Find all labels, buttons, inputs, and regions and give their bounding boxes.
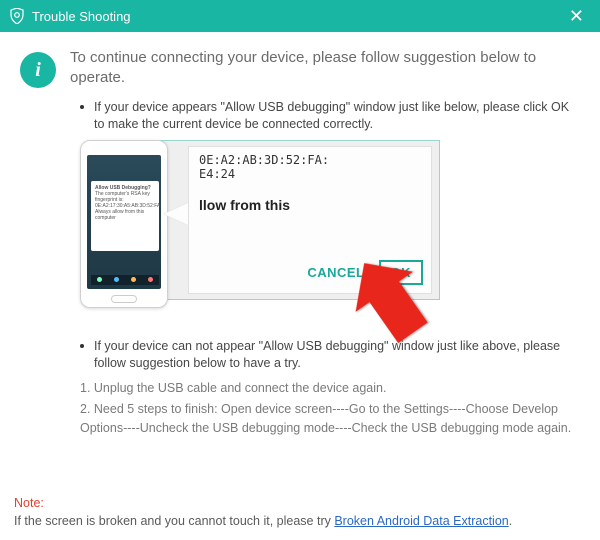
footer-note: Note: If the screen is broken and you ca… — [14, 495, 586, 530]
bullet-text-2: If your device can not appear "Allow USB… — [94, 338, 580, 373]
allow-from-line: llow from this — [199, 197, 421, 213]
info-icon: i — [20, 52, 56, 88]
bullet-text-1: If your device appears "Allow USB debugg… — [94, 99, 580, 134]
bullet-dot-icon — [80, 105, 84, 109]
dialog-buttons: CANCEL OK — [307, 260, 423, 285]
fingerprint-line-2: E4:24 — [199, 167, 421, 181]
bullet-item-2: If your device can not appear "Allow USB… — [80, 338, 580, 373]
footer-after: . — [509, 514, 512, 528]
intro-text: To continue connecting your device, plea… — [70, 48, 580, 89]
titlebar: Trouble Shooting ✕ — [0, 0, 600, 32]
footer-text: If the screen is broken and you cannot t… — [14, 514, 334, 528]
broken-android-link[interactable]: Broken Android Data Extraction — [334, 514, 508, 528]
phone-dialog: Allow USB Debugging? The computer's RSA … — [91, 181, 159, 251]
bullet-list: If your device appears "Allow USB debugg… — [80, 99, 580, 134]
ok-button[interactable]: OK — [379, 260, 424, 285]
intro-row: i To continue connecting your device, pl… — [20, 48, 580, 89]
bullet-dot-icon — [80, 344, 84, 348]
callout-pointer-icon — [164, 202, 190, 226]
close-icon[interactable]: ✕ — [563, 6, 590, 27]
fingerprint-line-1: 0E:A2:AB:3D:52:FA: — [199, 153, 421, 167]
phone-dialog-body: The computer's RSA key fingerprint is: 0… — [95, 191, 155, 221]
content-area: i To continue connecting your device, pl… — [0, 32, 600, 449]
step-1: 1. Unplug the USB cable and connect the … — [80, 379, 580, 398]
phone-home-button — [111, 295, 137, 303]
callout-zoom: 0E:A2:AB:3D:52:FA: E4:24 llow from this … — [188, 146, 432, 294]
phone-dialog-title: Allow USB Debugging? — [95, 185, 155, 191]
note-label: Note: — [14, 496, 44, 510]
substeps: 1. Unplug the USB cable and connect the … — [80, 379, 580, 438]
bullet-list-2: If your device can not appear "Allow USB… — [80, 338, 580, 373]
step-2: 2. Need 5 steps to finish: Open device s… — [80, 400, 580, 438]
window-title: Trouble Shooting — [32, 9, 563, 24]
illustration: Allow USB Debugging? The computer's RSA … — [80, 140, 480, 310]
cancel-button[interactable]: CANCEL — [307, 265, 364, 280]
bullet-item-1: If your device appears "Allow USB debugg… — [80, 99, 580, 134]
phone-navbar — [91, 275, 159, 285]
phone-mockup: Allow USB Debugging? The computer's RSA … — [80, 140, 168, 308]
shield-icon — [10, 8, 24, 24]
